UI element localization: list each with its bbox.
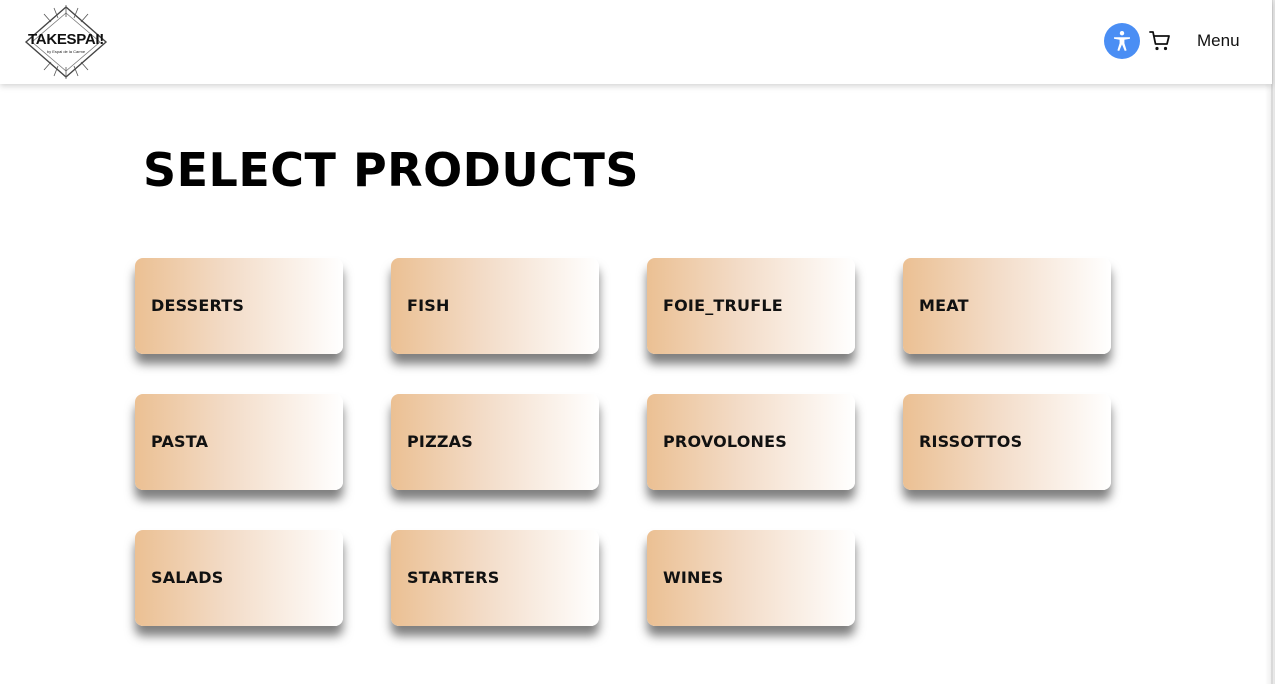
category-card-wines[interactable]: WINES [647,530,855,626]
accessibility-button[interactable] [1104,23,1140,59]
page-title: SELECT PRODUCTS [143,143,639,197]
category-card-salads[interactable]: SALADS [135,530,343,626]
accessibility-icon [1114,31,1130,51]
category-card-pasta[interactable]: PASTA [135,394,343,490]
category-label: MEAT [919,296,969,315]
category-grid: DESSERTS FISH FOIE_TRUFLE MEAT PASTA PIZ… [135,258,1115,626]
top-navbar: TAKESPAI! by Espai de la Carme Menu [0,0,1272,84]
category-label: FISH [407,296,450,315]
category-card-fish[interactable]: FISH [391,258,599,354]
category-label: SALADS [151,568,224,587]
menu-button[interactable]: Menu [1197,31,1240,51]
scrollbar-track[interactable] [1265,0,1275,684]
category-label: PIZZAS [407,432,473,451]
category-label: PASTA [151,432,209,451]
category-card-foie-trufle[interactable]: FOIE_TRUFLE [647,258,855,354]
category-card-desserts[interactable]: DESSERTS [135,258,343,354]
category-label: WINES [663,568,724,587]
logo-text: TAKESPAI! [28,31,104,48]
category-label: DESSERTS [151,296,245,315]
category-label: STARTERS [407,568,500,587]
category-card-provolones[interactable]: PROVOLONES [647,394,855,490]
category-label: FOIE_TRUFLE [663,296,783,315]
category-card-starters[interactable]: STARTERS [391,530,599,626]
cart-icon [1149,31,1170,51]
category-card-rissottos[interactable]: RISSOTTOS [903,394,1111,490]
category-card-meat[interactable]: MEAT [903,258,1111,354]
category-label: PROVOLONES [663,432,787,451]
logo-subtext: by Espai de la Carme [46,49,86,54]
scrollbar-divider [1271,0,1273,684]
page: TAKESPAI! by Espai de la Carme Menu SELE… [0,0,1275,684]
category-card-pizzas[interactable]: PIZZAS [391,394,599,490]
category-label: RISSOTTOS [919,432,1023,451]
takespai-logo[interactable]: TAKESPAI! by Espai de la Carme [22,5,110,79]
cart-button[interactable] [1148,29,1172,53]
